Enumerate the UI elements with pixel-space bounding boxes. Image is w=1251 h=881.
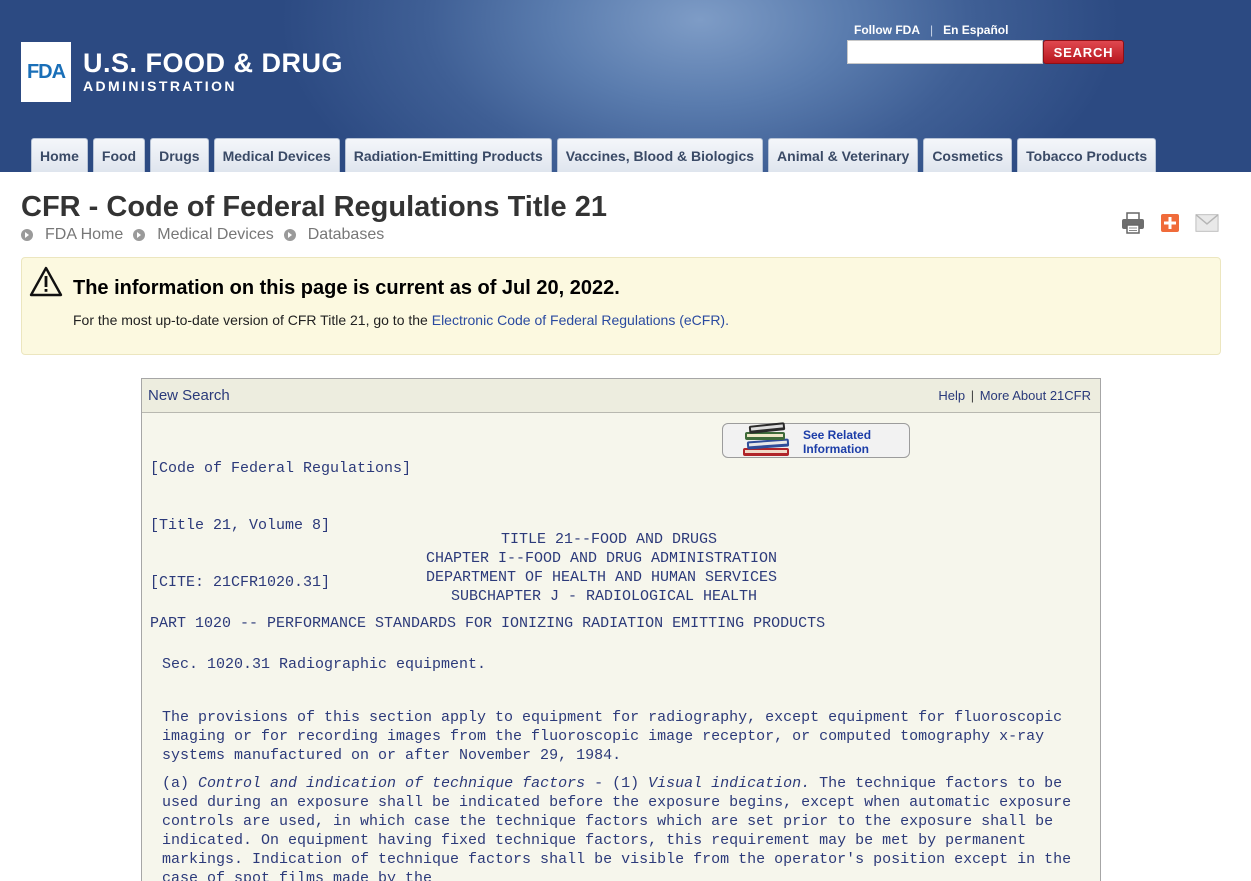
books-icon bbox=[739, 420, 795, 467]
more-about-link[interactable]: More About 21CFR bbox=[980, 388, 1091, 403]
section-paragraph-a: (a) Control and indication of technique … bbox=[162, 774, 1092, 881]
new-search-link[interactable]: New Search bbox=[148, 387, 230, 404]
logo-main-text: U.S. FOOD & DRUG bbox=[83, 48, 344, 78]
notice-text-prefix: For the most up-to-date version of CFR T… bbox=[73, 312, 432, 328]
cite-line: [Code of Federal Regulations] bbox=[150, 460, 412, 477]
follow-fda-link[interactable]: Follow FDA bbox=[854, 23, 920, 37]
nav-tab-tobacco-products[interactable]: Tobacco Products bbox=[1017, 138, 1157, 172]
fda-logo-mark: FDA bbox=[21, 42, 71, 102]
panel-toolbar: New Search Help | More About 21CFR bbox=[142, 379, 1100, 413]
para-a-mid: - (1) bbox=[585, 775, 649, 792]
fda-logo[interactable]: FDA U.S. FOOD & DRUG ADMINISTRATION bbox=[21, 42, 343, 102]
logo-sub-text: ADMINISTRATION bbox=[83, 78, 237, 94]
breadcrumb-item-fda-home[interactable]: FDA Home bbox=[21, 226, 123, 244]
para-a-subheading: Visual indication. bbox=[648, 775, 811, 792]
para-a-heading: Control and indication of technique fact… bbox=[198, 775, 586, 792]
notice-text: For the most up-to-date version of CFR T… bbox=[73, 312, 729, 328]
cite-line: [CITE: 21CFR1020.31] bbox=[150, 574, 331, 591]
section-intro-paragraph: The provisions of this section apply to … bbox=[162, 709, 1063, 764]
cite-line: [Title 21, Volume 8] bbox=[150, 517, 331, 534]
breadcrumb-arrow-icon bbox=[133, 229, 146, 241]
cfr-panel: New Search Help | More About 21CFR [Code… bbox=[141, 378, 1101, 881]
site-search: SEARCH bbox=[847, 40, 1124, 64]
add-share-icon[interactable] bbox=[1158, 211, 1182, 235]
breadcrumb-label: FDA Home bbox=[45, 226, 124, 243]
print-icon[interactable] bbox=[1121, 211, 1145, 235]
heading-line: CHAPTER I--FOOD AND DRUG ADMINISTRATION bbox=[426, 550, 778, 567]
warning-icon bbox=[29, 266, 63, 303]
heading-line: DEPARTMENT OF HEALTH AND HUMAN SERVICES bbox=[426, 569, 778, 586]
notice-title: The information on this page is current … bbox=[73, 277, 620, 299]
nav-tab-cosmetics[interactable]: Cosmetics bbox=[923, 138, 1013, 172]
see-related-line1: See Related bbox=[803, 428, 872, 442]
site-header: FDA U.S. FOOD & DRUG ADMINISTRATION Foll… bbox=[0, 0, 1251, 172]
nav-tab-medical-devices[interactable]: Medical Devices bbox=[213, 138, 340, 172]
nav-tab-home[interactable]: Home bbox=[31, 138, 88, 172]
help-link[interactable]: Help bbox=[938, 388, 965, 403]
breadcrumb-item-databases[interactable]: Databases bbox=[283, 226, 385, 244]
page-title: CFR - Code of Federal Regulations Title … bbox=[21, 191, 607, 223]
heading-line: SUBCHAPTER J - RADIOLOGICAL HEALTH bbox=[451, 588, 758, 605]
heading-line: TITLE 21--FOOD AND DRUGS bbox=[501, 531, 718, 548]
see-related-information-button[interactable]: See Related Information bbox=[722, 422, 910, 458]
breadcrumb-label: Medical Devices bbox=[157, 226, 274, 243]
search-input[interactable] bbox=[847, 40, 1043, 64]
nav-tab-radiation-emitting-products[interactable]: Radiation-Emitting Products bbox=[344, 138, 552, 172]
search-button[interactable]: SEARCH bbox=[1043, 40, 1124, 64]
citation-block: [Code of Federal Regulations] [Title 21,… bbox=[150, 421, 411, 630]
nav-tab-drugs[interactable]: Drugs bbox=[150, 138, 209, 172]
breadcrumb: FDA Home Medical Devices Databases bbox=[21, 226, 394, 244]
main-nav: Home Food Drugs Medical Devices Radiatio… bbox=[31, 138, 1157, 172]
fda-logo-text: U.S. FOOD & DRUG ADMINISTRATION bbox=[83, 49, 343, 95]
top-links-separator: | bbox=[930, 23, 934, 37]
nav-tab-food[interactable]: Food bbox=[92, 138, 146, 172]
panel-help-links: Help | More About 21CFR bbox=[938, 388, 1091, 403]
nav-tab-vaccines-blood-biologics[interactable]: Vaccines, Blood & Biologics bbox=[556, 138, 764, 172]
page-tools bbox=[1121, 211, 1219, 235]
breadcrumb-arrow-icon bbox=[21, 229, 33, 241]
top-links: Follow FDA | En Español bbox=[854, 23, 1008, 37]
section-heading: Sec. 1020.31 Radiographic equipment. bbox=[162, 656, 487, 673]
para-a-prefix: (a) bbox=[162, 775, 199, 792]
breadcrumb-item-medical-devices[interactable]: Medical Devices bbox=[133, 226, 274, 244]
breadcrumb-arrow-icon bbox=[283, 229, 296, 241]
nav-tab-animal-veterinary[interactable]: Animal & Veterinary bbox=[768, 138, 919, 172]
currency-notice: The information on this page is current … bbox=[21, 257, 1221, 355]
en-espanol-link[interactable]: En Español bbox=[943, 23, 1008, 37]
see-related-line2: Information bbox=[803, 442, 869, 456]
help-separator: | bbox=[970, 388, 975, 403]
ecfr-link[interactable]: Electronic Code of Federal Regulations (… bbox=[432, 312, 729, 328]
breadcrumb-label: Databases bbox=[307, 226, 385, 243]
fda-logo-mark-text: FDA bbox=[26, 60, 66, 83]
see-related-label: See Related Information bbox=[803, 428, 871, 456]
email-icon[interactable] bbox=[1195, 211, 1219, 235]
part-heading: PART 1020 -- PERFORMANCE STANDARDS FOR I… bbox=[150, 615, 826, 632]
